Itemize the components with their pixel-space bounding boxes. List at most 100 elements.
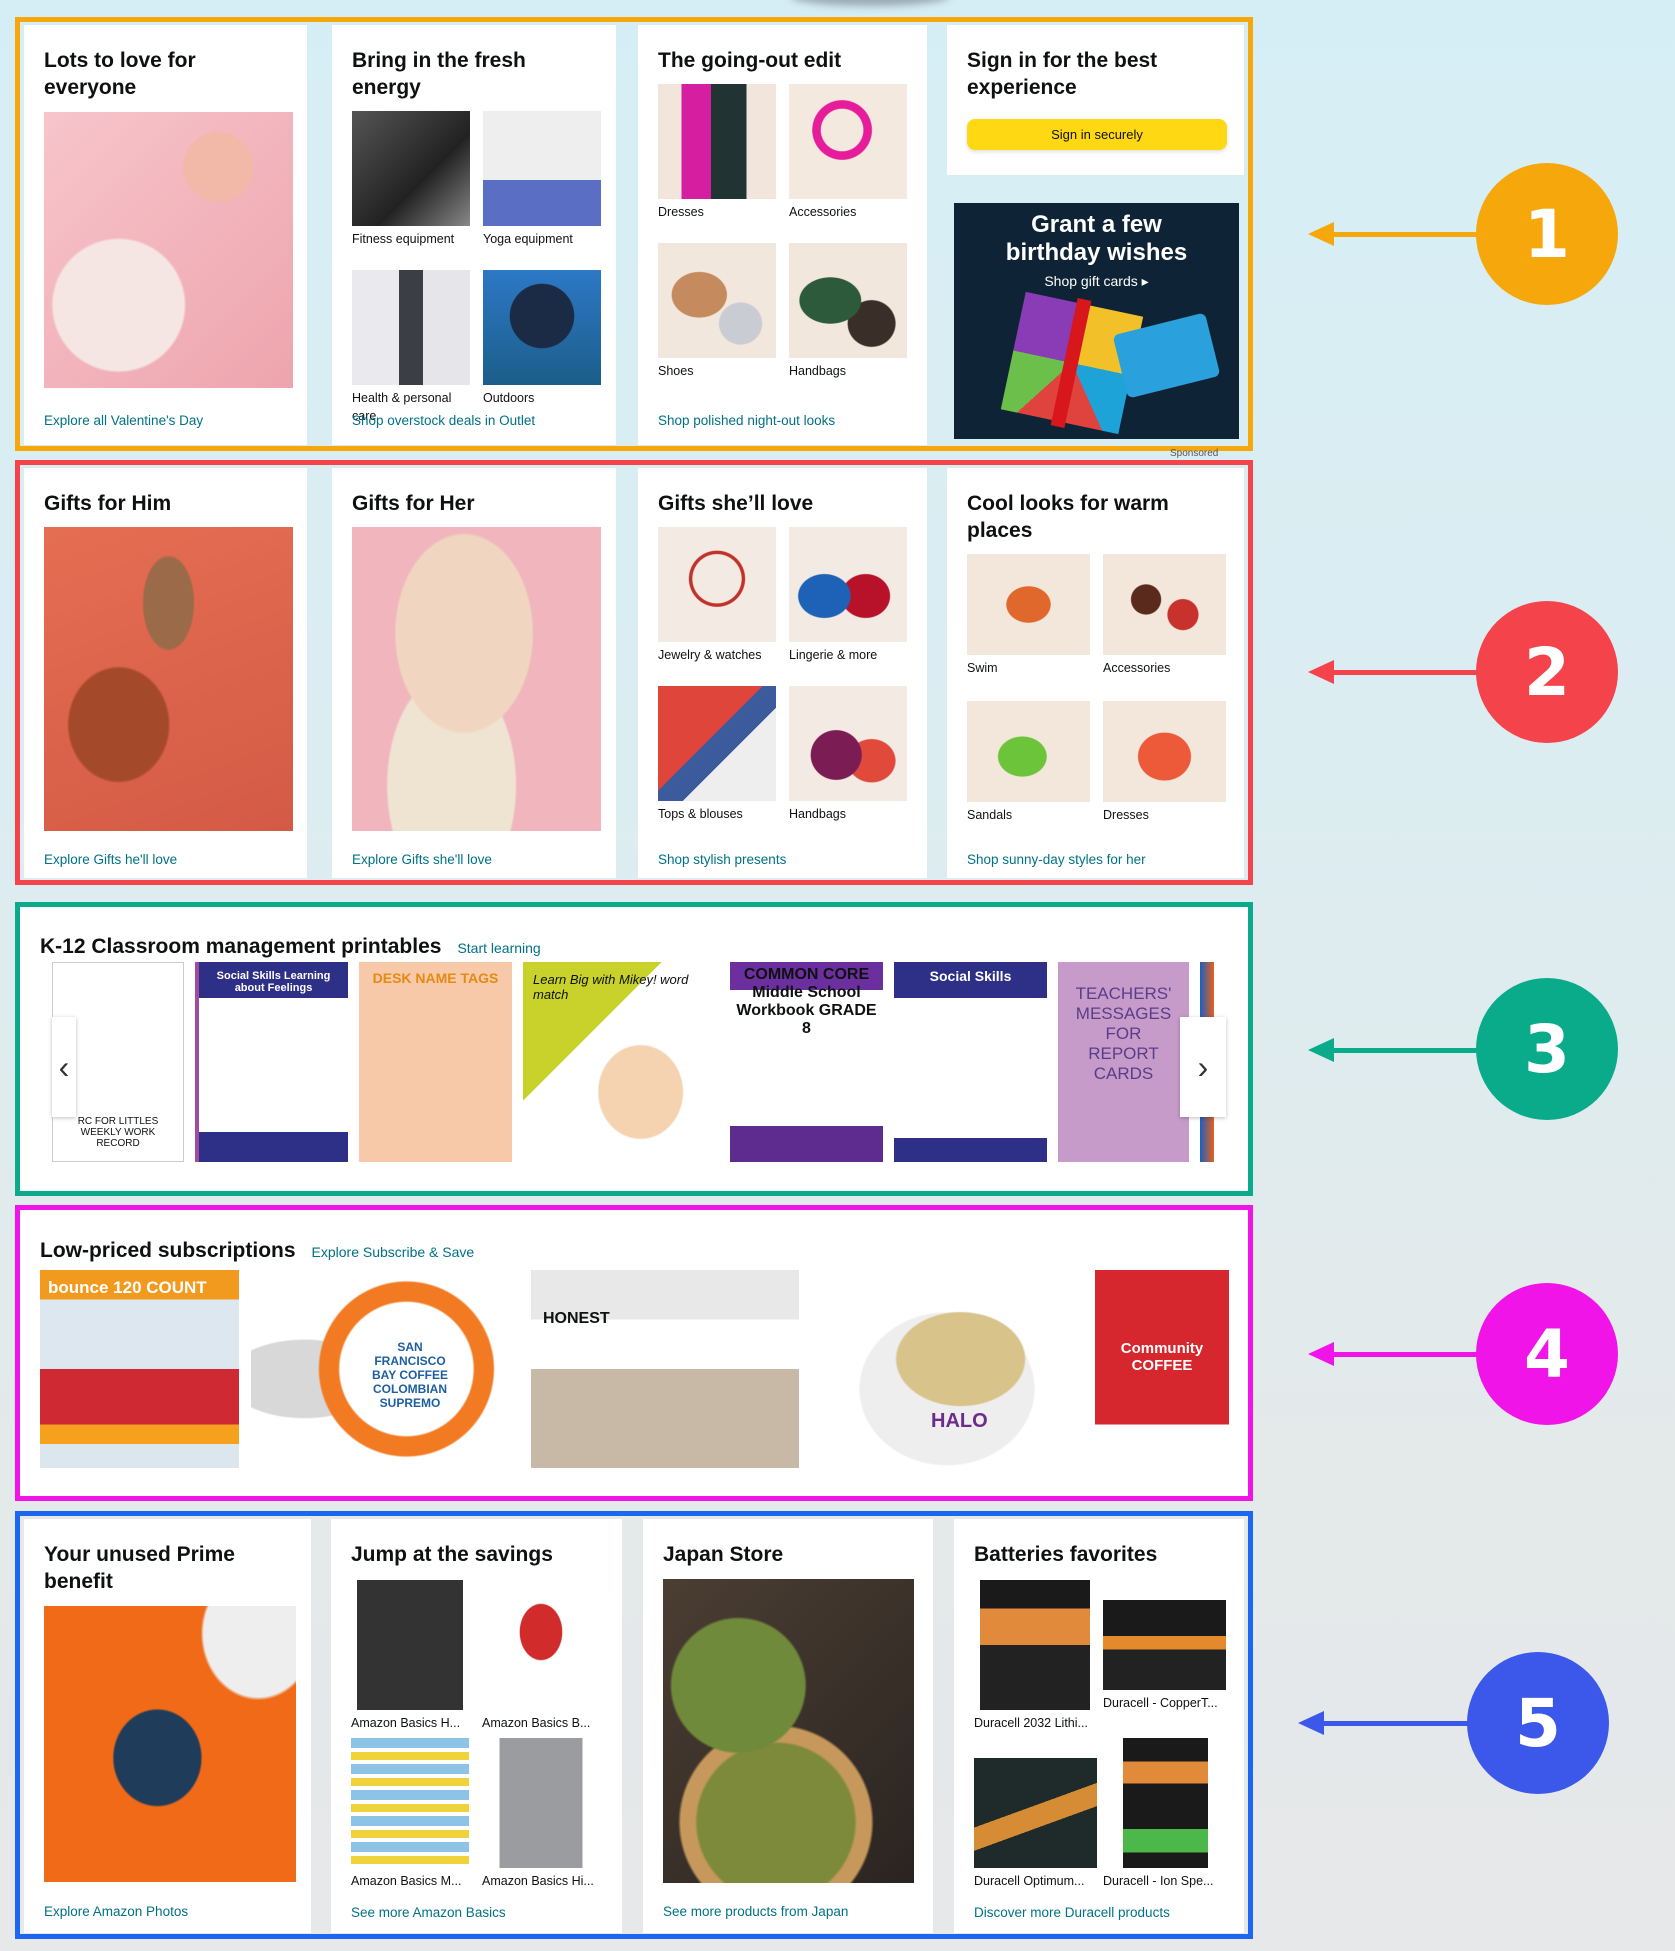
tile-swim[interactable]: Swim [967,554,1090,701]
product-image [1103,1600,1226,1690]
amazon-basics-link[interactable]: See more Amazon Basics [351,1905,506,1920]
product-image [658,84,776,199]
tile-tops[interactable]: Tops & blouses [658,686,776,845]
product-halo[interactable]: HALO [811,1270,1083,1468]
tile-accessories[interactable]: Accessories [1103,554,1226,701]
tile-fitness[interactable]: Fitness equipment [352,111,470,270]
tile-outdoors[interactable]: Outdoors [483,270,601,429]
tile-caption: Shoes [658,364,694,378]
tile-caption: Yoga equipment [483,232,573,246]
tile-sandals[interactable]: Sandals [967,701,1090,846]
amazon-photos-image[interactable] [44,1606,296,1882]
product-image [1103,554,1226,655]
tile-handbags[interactable]: Handbags [789,243,907,402]
shop-gift-cards-link[interactable]: Shop gift cards ▸ [954,273,1239,290]
product-bounce[interactable]: bounce 120 COUNT [40,1270,239,1468]
tile-caption: Amazon Basics H... [351,1716,461,1730]
tile-amazon-basics-2[interactable]: Amazon Basics B... [482,1580,600,1738]
tile-amazon-basics-4[interactable]: Amazon Basics Hi... [482,1738,600,1912]
tile-jewelry[interactable]: Jewelry & watches [658,527,776,686]
section-title: Low-priced subscriptions [40,1239,296,1262]
start-learning-link[interactable]: Start learning [457,940,540,956]
gifts-her-image[interactable] [352,527,601,831]
carousel-item[interactable]: DESK NAME TAGS [359,962,512,1162]
gifts-him-image[interactable] [44,527,293,831]
tile-caption: Dresses [1103,808,1149,822]
card-prime-benefit: Your unused Prime benefit Explore Amazon… [24,1519,311,1933]
carousel-item[interactable]: Learn Big with Mikey! word match [523,962,719,1162]
carousel-item[interactable]: COMMON CORE Middle School Workbook GRADE… [730,962,883,1162]
tile-amazon-basics-1[interactable]: Amazon Basics H... [351,1580,469,1738]
japan-products-link[interactable]: See more products from Japan [663,1904,848,1919]
item-title: HALO [931,1410,988,1432]
tile-caption: Amazon Basics B... [482,1716,591,1730]
card-valentines: Lots to love for everyone Explore all Va… [24,25,307,445]
tile-duracell-2032[interactable]: Duracell 2032 Lithi... [974,1580,1097,1738]
japan-store-image[interactable] [663,1579,914,1883]
item-title: TEACHERS' MESSAGES FOR REPORT CARDS [1075,984,1172,1083]
item-title: DESK NAME TAGS [372,970,499,986]
tile-accessories[interactable]: Accessories [789,84,907,243]
outlet-link[interactable]: Shop overstock deals in Outlet [352,413,535,428]
tile-health[interactable]: Health & personal care [352,270,470,429]
tile-caption: Tops & blouses [658,807,743,821]
product-community-coffee[interactable]: Community COFFEE [1095,1270,1229,1468]
item-title: Learn Big with Mikey! word match [533,972,689,1002]
card-title: Gifts she’ll love [658,492,814,515]
item-title: bounce 120 COUNT [48,1278,207,1297]
product-image [980,1580,1090,1710]
section-header: Low-priced subscriptions Explore Subscri… [40,1237,474,1264]
product-image [483,111,601,226]
valentines-image[interactable] [44,112,293,388]
explore-valentines-link[interactable]: Explore all Valentine's Day [44,413,203,428]
product-sf-bay-coffee[interactable]: SAN FRANCISCO BAY COFFEE COLOMBIAN SUPRE… [251,1270,519,1468]
gifts-her-link[interactable]: Explore Gifts she'll love [352,852,492,867]
product-image [352,111,470,226]
tile-caption: Handbags [789,807,846,821]
amazon-photos-link[interactable]: Explore Amazon Photos [44,1904,188,1919]
tile-lingerie[interactable]: Lingerie & more [789,527,907,686]
subscription-products: bounce 120 COUNT SAN FRANCISCO BAY COFFE… [40,1270,1229,1468]
item-title: RC FOR LITTLES WEEKLY WORK RECORD [77,1116,159,1149]
section-5: Your unused Prime benefit Explore Amazon… [15,1511,1253,1939]
tile-dresses[interactable]: Dresses [658,84,776,243]
tile-amazon-basics-3[interactable]: Amazon Basics M... [351,1738,469,1912]
duracell-link[interactable]: Discover more Duracell products [974,1905,1170,1920]
card-title: Cool looks for warm places [967,492,1169,542]
carousel-item[interactable]: Social Skills [894,962,1047,1162]
product-image [1103,701,1226,802]
marker-4: 4 [1476,1283,1618,1425]
sunny-day-link[interactable]: Shop sunny-day styles for her [967,852,1146,867]
arrow-3 [1308,1038,1480,1062]
product-honest[interactable]: HONEST [531,1270,799,1468]
subscribe-save-link[interactable]: Explore Subscribe & Save [312,1244,475,1260]
item-title: COMMON CORE Middle School Workbook GRADE… [736,966,877,1037]
tile-yoga[interactable]: Yoga equipment [483,111,601,270]
tile-dresses[interactable]: Dresses [1103,701,1226,846]
card-title: Japan Store [663,1543,784,1566]
gifts-him-link[interactable]: Explore Gifts he'll love [44,852,177,867]
card-japan-store: Japan Store See more products from Japan [643,1519,933,1933]
tile-duracell-coppertop[interactable]: Duracell - CopperT... [1103,1580,1226,1738]
product-image [974,1758,1097,1868]
arrow-4 [1308,1342,1480,1366]
tile-handbags[interactable]: Handbags [789,686,907,845]
item-title: Social Skills [929,968,1012,984]
stylish-presents-link[interactable]: Shop stylish presents [658,852,786,867]
tile-shoes[interactable]: Shoes [658,243,776,402]
tile-duracell-optimum[interactable]: Duracell Optimum... [974,1738,1097,1912]
product-image [789,686,907,801]
carousel-item[interactable]: TEACHERS' MESSAGES FOR REPORT CARDS [1058,962,1189,1162]
sign-in-button[interactable]: Sign in securely [967,119,1227,150]
chevron-left-icon: ‹ [58,1048,70,1085]
tile-caption: Dresses [658,205,704,219]
tile-duracell-ion-speed[interactable]: Duracell - Ion Spe... [1103,1738,1226,1912]
carousel-next-button[interactable]: › [1180,1017,1226,1117]
marker-2: 2 [1476,601,1618,743]
product-image [482,1580,600,1710]
item-title: Community COFFEE [1120,1340,1204,1374]
gift-card-ad[interactable]: Grant a few birthday wishes Shop gift ca… [954,203,1239,439]
carousel-item[interactable]: Social Skills Learning about Feelings [195,962,348,1162]
night-out-link[interactable]: Shop polished night-out looks [658,413,835,428]
carousel-prev-button[interactable]: ‹ [52,1017,76,1117]
